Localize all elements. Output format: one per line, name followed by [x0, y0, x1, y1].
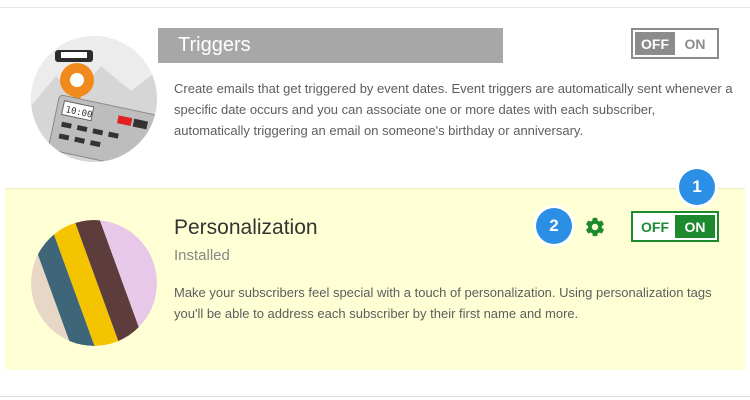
personalization-toggle-on[interactable]: ON [675, 215, 715, 238]
triggers-toggle-on[interactable]: ON [675, 32, 715, 55]
step-badge-2: 2 [536, 208, 572, 244]
personalization-toggle-off[interactable]: OFF [635, 215, 675, 238]
personalization-illustration [31, 220, 157, 346]
personalization-addon-row: Personalization Installed 2 1 OFF ON Mak… [5, 169, 745, 370]
personalization-status: Installed [174, 247, 230, 264]
triggers-title-band: Triggers [158, 28, 503, 63]
triggers-toggle-off[interactable]: OFF [635, 32, 675, 55]
triggers-toggle[interactable]: OFF ON [631, 28, 719, 59]
triggers-title: Triggers [178, 34, 251, 56]
step-badge-1: 1 [679, 169, 715, 205]
triggers-description: Create emails that get triggered by even… [174, 81, 733, 138]
gear-icon[interactable] [584, 216, 606, 238]
personalization-description: Make your subscribers feel special with … [174, 285, 712, 321]
personalization-toggle[interactable]: OFF ON [631, 211, 719, 242]
bottom-divider [0, 396, 750, 397]
personalization-title: Personalization [174, 216, 318, 239]
triggers-addon-row: 10:00 Triggers OFF ON Create emails that… [5, 8, 745, 188]
triggers-illustration: 10:00 [31, 36, 157, 162]
